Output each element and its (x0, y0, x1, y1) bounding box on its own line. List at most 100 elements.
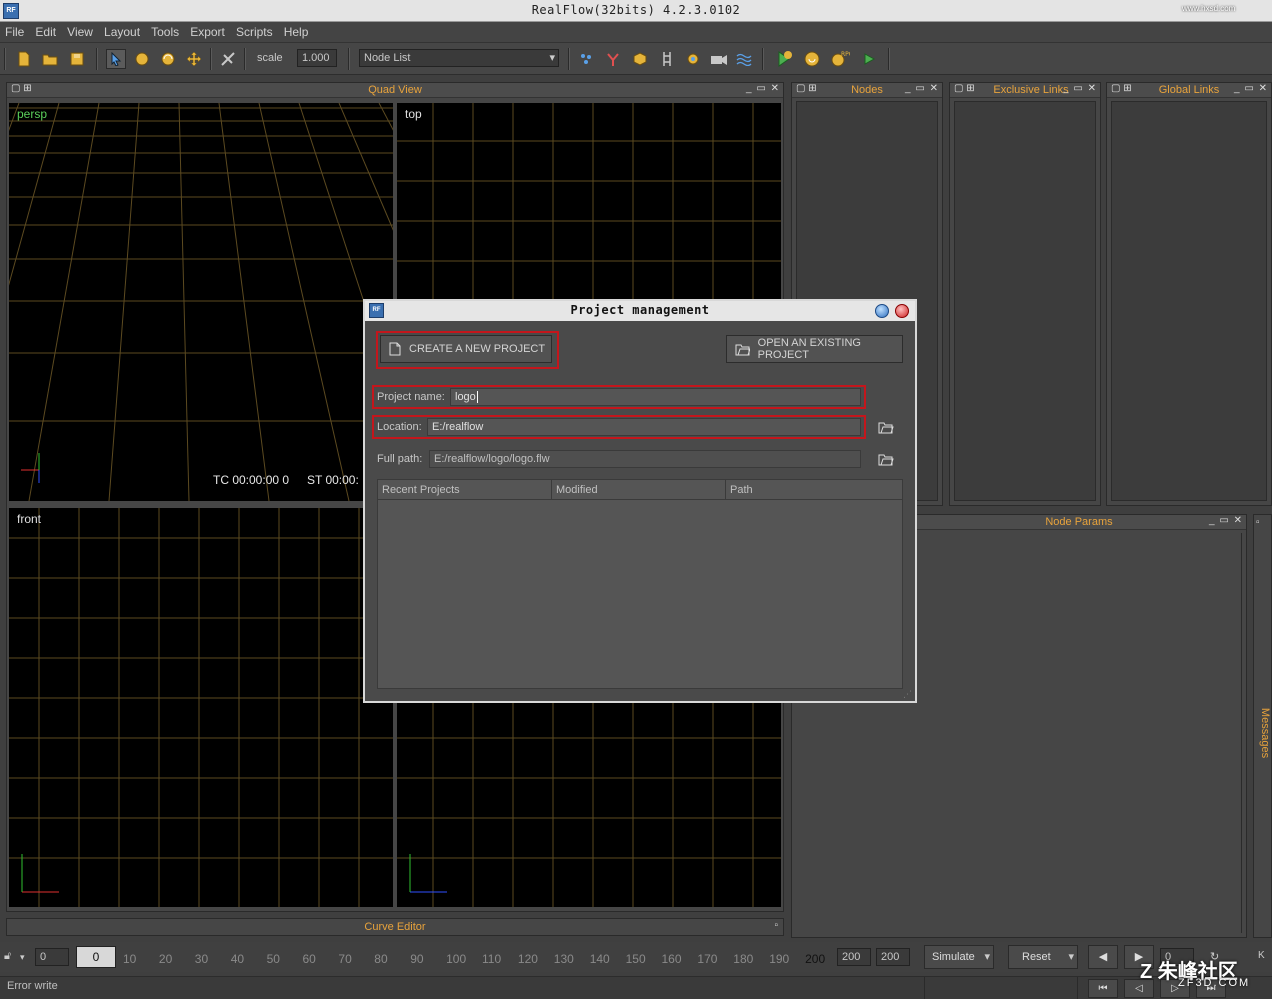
objects-icon[interactable] (630, 49, 650, 69)
panel-window-controls[interactable]: _ ▭ ✕ (1234, 83, 1268, 94)
location-browse-icon[interactable] (876, 418, 896, 436)
start-frame-input[interactable]: 0 (35, 948, 69, 966)
create-new-project-button[interactable]: CREATE A NEW PROJECT (380, 335, 552, 363)
timeline-tick-label: 170 (697, 952, 718, 966)
rotate-tool-icon[interactable] (158, 49, 178, 69)
link-tool-icon[interactable] (218, 49, 238, 69)
timeline-tick-label: 120 (517, 952, 538, 966)
messages-expand-icon[interactable]: ▫ (1256, 517, 1260, 528)
watermark-logo: Z (1140, 961, 1158, 983)
waves-icon[interactable] (734, 49, 754, 69)
resize-grip-icon[interactable]: ⋰ (903, 689, 912, 700)
daemons-icon[interactable] (603, 49, 623, 69)
column-recent-projects[interactable]: Recent Projects (378, 480, 552, 500)
menu-export[interactable]: Export (185, 22, 228, 39)
menu-help[interactable]: Help (279, 22, 312, 39)
dialog-title: Project management (570, 303, 710, 317)
simulate-button[interactable]: Simulate ▾ (924, 945, 994, 969)
chevron-down-icon: ▾ (984, 951, 990, 963)
project-name-value: logo (455, 391, 476, 403)
timeline-tick-label: 160 (661, 952, 682, 966)
global-links-list[interactable] (1111, 101, 1267, 501)
particles-icon[interactable] (576, 49, 596, 69)
create-new-project-label: CREATE A NEW PROJECT (409, 343, 546, 355)
lock-icon[interactable]: 🔓︎ (4, 950, 11, 963)
panel-window-controls[interactable]: _ ▭ ✕ (746, 83, 780, 94)
play-icon[interactable] (859, 49, 879, 69)
simulate-label: Simulate (932, 951, 975, 963)
save-scene-icon[interactable] (67, 49, 87, 69)
full-path-label: Full path: (377, 453, 423, 465)
rpc-icon[interactable]: RPC (830, 49, 850, 69)
open-existing-project-label: OPEN AN EXISTING PROJECT (757, 337, 861, 361)
key-icon[interactable]: K (1258, 950, 1265, 961)
scale-input[interactable]: 1.000 (297, 49, 337, 67)
main-toolbar: scale 1.000 Node List ▾ RPC (0, 43, 1272, 75)
status-text: Error write (7, 980, 58, 992)
camera-icon[interactable] (709, 49, 729, 69)
menu-scripts[interactable]: Scripts (231, 22, 276, 39)
reset-button[interactable]: Reset ▾ (1008, 945, 1078, 969)
minimize-icon[interactable] (875, 304, 889, 318)
menu-file[interactable]: File (0, 22, 27, 39)
move-tool-icon[interactable] (132, 49, 152, 69)
node-list-select[interactable]: Node List ▾ (359, 49, 559, 67)
column-modified[interactable]: Modified (552, 480, 726, 500)
close-icon[interactable] (895, 304, 909, 318)
constraints-icon[interactable] (657, 49, 677, 69)
persp-grid (9, 103, 393, 501)
messages-panel[interactable]: ▫ Messages (1253, 514, 1272, 938)
open-folder-icon (735, 344, 750, 356)
timeline-bar: 🔓︎ ▾ 0 0 10 20 30 40 50 60 70 80 90 100 110 120 130 1… (0, 942, 1272, 972)
timeline-tick-label: 30 (194, 952, 209, 966)
meshes-icon[interactable] (683, 49, 703, 69)
front-viewport[interactable]: front (9, 508, 393, 907)
timeline-tick-label: 80 (374, 952, 388, 966)
chevron-down-icon[interactable]: ▾ (20, 952, 25, 963)
recent-projects-table[interactable]: Recent Projects Modified Path (377, 479, 903, 689)
timeline-tick-label: 100 (446, 952, 467, 966)
project-management-dialog: RF Project management CREATE A NEW PROJE… (363, 299, 917, 703)
persp-label: persp (17, 107, 48, 121)
first-frame-button[interactable]: ⏮ (1088, 979, 1118, 998)
column-path[interactable]: Path (726, 480, 902, 500)
timeline-tick-label: 190 (769, 952, 790, 966)
full-path-browse-icon[interactable] (876, 450, 896, 468)
menu-layout[interactable]: Layout (99, 22, 143, 39)
menu-view[interactable]: View (62, 22, 96, 39)
prev-frame-button[interactable]: ◀ (1088, 945, 1118, 969)
reset-sim-icon[interactable] (802, 49, 822, 69)
timeline-tick-label: 130 (553, 952, 574, 966)
exclusive-links-panel: ▢ ⊞ Exclusive Links _ ▭ ✕ (949, 82, 1101, 506)
scale-tool-icon[interactable] (184, 49, 204, 69)
panel-window-controls[interactable]: _ ▭ ✕ (905, 83, 939, 94)
end-frame-input-2[interactable]: 200 (876, 948, 910, 966)
messages-title: Messages (1259, 707, 1272, 759)
sim-time-readout: ST 00:00: (307, 473, 359, 487)
persp-viewport[interactable]: persp TC 00:00:00 0 ST 00:00: (9, 103, 393, 501)
select-tool-icon[interactable] (106, 49, 126, 69)
panel-window-controls[interactable]: _ ▭ ✕ (1209, 515, 1243, 526)
chevron-down-icon: ▾ (1068, 951, 1074, 963)
project-name-input[interactable]: logo (450, 388, 861, 406)
simulate-icon[interactable] (774, 49, 794, 69)
status-progress (924, 977, 1078, 999)
open-scene-icon[interactable] (40, 49, 60, 69)
toolbar-grip (4, 48, 6, 70)
exclusive-links-list[interactable] (954, 101, 1096, 501)
quad-view-title: Quad View (368, 84, 422, 96)
current-frame-marker[interactable]: 0 (76, 946, 116, 968)
panel-window-controls[interactable]: _ ▭ ✕ (1063, 83, 1097, 94)
end-frame-input[interactable]: 200 (837, 948, 871, 966)
menu-edit[interactable]: Edit (30, 22, 59, 39)
curve-editor-panel[interactable]: Curve Editor ▫ (6, 918, 784, 936)
location-input[interactable]: E:/realflow (427, 418, 861, 436)
curve-editor-expand-icon[interactable]: ▫ (774, 920, 778, 931)
reset-label: Reset (1022, 951, 1051, 963)
timeline-tick-label: 200 (805, 952, 826, 966)
chevron-down-icon: ▾ (549, 52, 555, 64)
new-scene-icon[interactable] (14, 49, 34, 69)
menu-tools[interactable]: Tools (146, 22, 182, 39)
open-existing-project-button[interactable]: OPEN AN EXISTING PROJECT (726, 335, 903, 363)
window-title: RealFlow(32bits) 4.2.3.0102 (531, 3, 741, 17)
